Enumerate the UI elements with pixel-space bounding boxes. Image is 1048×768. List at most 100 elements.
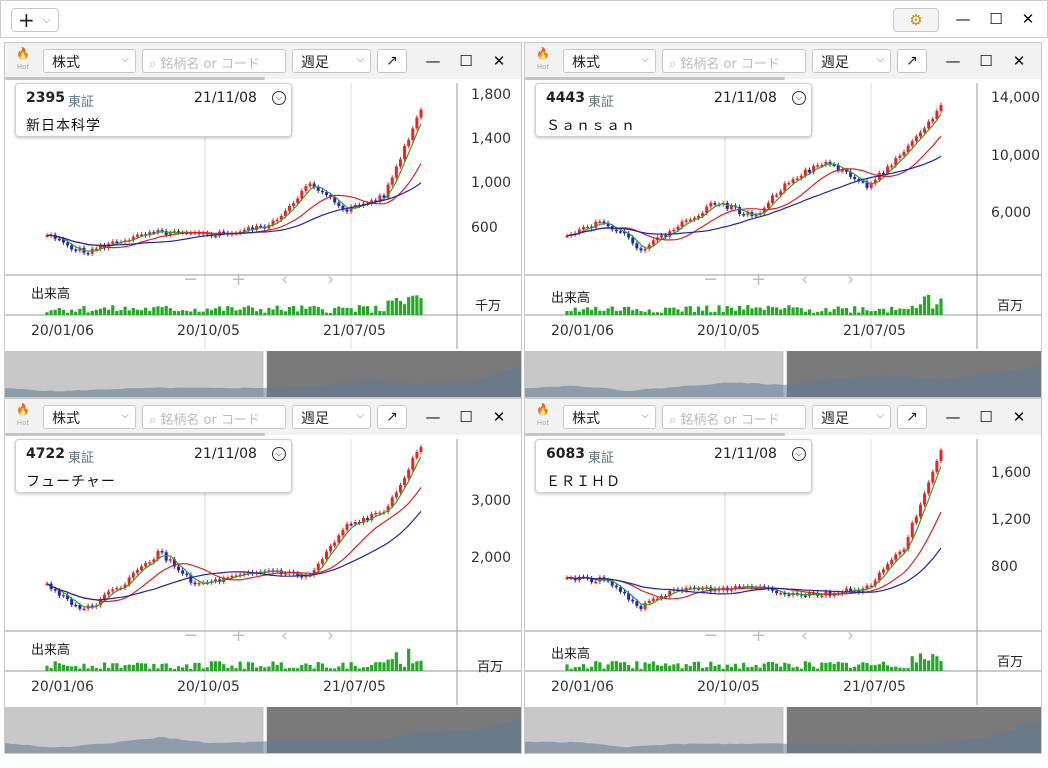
period-select[interactable]: 週足 ⌵ <box>812 405 891 429</box>
zoom-out-button[interactable]: − <box>703 269 718 290</box>
panel-minimize-button[interactable]: — <box>943 407 963 427</box>
hot-icon[interactable]: 🔥 Hot <box>532 48 554 76</box>
popout-button[interactable]: ↗ <box>897 405 927 429</box>
toolbar-scrollbar[interactable] <box>525 433 785 436</box>
candle <box>643 248 647 251</box>
volume-bar <box>407 297 411 315</box>
symbol-info-card[interactable]: 6083 東証 21/11/08 ⌵ ＥＲＩＨＤ <box>535 439 812 493</box>
volume-bar <box>201 668 205 671</box>
scroll-right-button[interactable]: › <box>847 625 854 646</box>
toolbar-scrollbar[interactable] <box>525 77 785 80</box>
company-name: フューチャー <box>26 474 116 490</box>
volume-bar <box>696 306 701 315</box>
market-type-select[interactable]: 株式 ⌵ <box>43 49 136 73</box>
scroll-right-button[interactable]: › <box>327 625 334 646</box>
period-select[interactable]: 週足 ⌵ <box>292 49 371 73</box>
add-chart-button[interactable]: + ⌵ <box>11 8 59 32</box>
panel-close-button[interactable]: ✕ <box>489 407 509 427</box>
volume-bar <box>45 312 49 315</box>
candle <box>394 166 398 178</box>
volume-bar <box>750 308 754 315</box>
scroll-left-button[interactable]: ‹ <box>281 269 288 290</box>
candle <box>283 573 287 575</box>
volume-bar <box>333 308 337 315</box>
panel-close-button[interactable]: ✕ <box>1009 407 1029 427</box>
scroll-right-button[interactable]: › <box>847 269 854 290</box>
panel-maximize-button[interactable]: ☐ <box>456 407 476 427</box>
symbol-search-input[interactable]: ⌕ 銘柄名 or コード <box>142 49 286 73</box>
volume-bar <box>378 310 382 315</box>
settings-button[interactable]: ⚙ <box>893 8 939 32</box>
popout-button[interactable]: ↗ <box>897 49 927 73</box>
zoom-in-button[interactable]: + <box>751 269 766 290</box>
market-type-select[interactable]: 株式 ⌵ <box>563 49 656 73</box>
window-close-button[interactable]: ✕ <box>1018 9 1038 29</box>
chevron-down-icon[interactable]: ⌵ <box>792 447 806 461</box>
scroll-left-button[interactable]: ‹ <box>281 625 288 646</box>
window-minimize-button[interactable]: — <box>953 9 973 29</box>
period-select[interactable]: 週足 ⌵ <box>292 405 371 429</box>
chevron-down-icon[interactable]: ⌵ <box>272 91 286 105</box>
volume-bar <box>230 307 234 315</box>
symbol-search-input[interactable]: ⌕ 銘柄名 or コード <box>662 405 806 429</box>
zoom-out-button[interactable]: − <box>183 625 198 646</box>
toolbar-scrollbar[interactable] <box>5 433 265 436</box>
panel-minimize-button[interactable]: — <box>423 407 443 427</box>
panel-minimize-button[interactable]: — <box>423 51 443 71</box>
price-axis-label: 6,000 <box>991 205 1032 221</box>
volume-bar <box>57 663 61 671</box>
window-maximize-button[interactable]: ☐ <box>986 9 1006 29</box>
volume-bar <box>250 307 255 315</box>
volume-bar <box>820 311 824 315</box>
volume-bar <box>906 668 910 671</box>
candle <box>898 551 902 555</box>
candle <box>865 585 869 589</box>
panel-close-button[interactable]: ✕ <box>489 51 509 71</box>
volume-bar <box>861 307 865 315</box>
market-type-select[interactable]: 株式 ⌵ <box>563 405 656 429</box>
volume-bar <box>610 306 614 315</box>
volume-bar <box>365 306 370 315</box>
hot-icon[interactable]: 🔥 Hot <box>532 404 554 432</box>
volume-bar <box>758 667 762 671</box>
volume-bar <box>193 662 197 671</box>
volume-label: 出来高 <box>31 287 71 302</box>
panel-minimize-button[interactable]: — <box>943 51 963 71</box>
candle <box>177 566 181 571</box>
volume-bar <box>407 648 411 671</box>
chevron-down-icon[interactable]: ⌵ <box>272 447 286 461</box>
panel-maximize-button[interactable]: ☐ <box>456 51 476 71</box>
hot-icon[interactable]: 🔥 Hot <box>12 48 34 76</box>
candle <box>725 202 729 209</box>
popout-button[interactable]: ↗ <box>377 405 407 429</box>
period-select[interactable]: 週足 ⌵ <box>812 49 891 73</box>
scroll-left-button[interactable]: ‹ <box>801 269 808 290</box>
zoom-in-button[interactable]: + <box>231 625 246 646</box>
symbol-info-card[interactable]: 4722 東証 21/11/08 ⌵ フューチャー <box>15 439 292 493</box>
candle <box>581 227 585 230</box>
hot-icon[interactable]: 🔥 Hot <box>12 404 34 432</box>
price-axis-label: 1,000 <box>471 175 512 191</box>
scroll-right-button[interactable]: › <box>327 269 334 290</box>
symbol-search-input[interactable]: ⌕ 銘柄名 or コード <box>142 405 286 429</box>
candle <box>918 504 922 517</box>
chevron-down-icon[interactable]: ⌵ <box>792 91 806 105</box>
popout-button[interactable]: ↗ <box>377 49 407 73</box>
symbol-info-card[interactable]: 2395 東証 21/11/08 ⌵ 新日本科学 <box>15 83 292 137</box>
panel-close-button[interactable]: ✕ <box>1009 51 1029 71</box>
scroll-left-button[interactable]: ‹ <box>801 625 808 646</box>
panel-maximize-button[interactable]: ☐ <box>976 407 996 427</box>
symbol-search-input[interactable]: ⌕ 銘柄名 or コード <box>662 49 806 73</box>
market-type-select[interactable]: 株式 ⌵ <box>43 405 136 429</box>
zoom-out-button[interactable]: − <box>703 625 718 646</box>
volume-bar <box>374 305 378 315</box>
volume-bar <box>316 306 320 315</box>
zoom-out-button[interactable]: − <box>183 269 198 290</box>
candle <box>403 478 407 486</box>
volume-bar <box>602 310 606 315</box>
symbol-info-card[interactable]: 4443 東証 21/11/08 ⌵ Ｓａｎｓａｎ <box>535 83 812 137</box>
panel-maximize-button[interactable]: ☐ <box>976 51 996 71</box>
zoom-in-button[interactable]: + <box>751 625 766 646</box>
toolbar-scrollbar[interactable] <box>5 77 265 80</box>
zoom-in-button[interactable]: + <box>231 269 246 290</box>
